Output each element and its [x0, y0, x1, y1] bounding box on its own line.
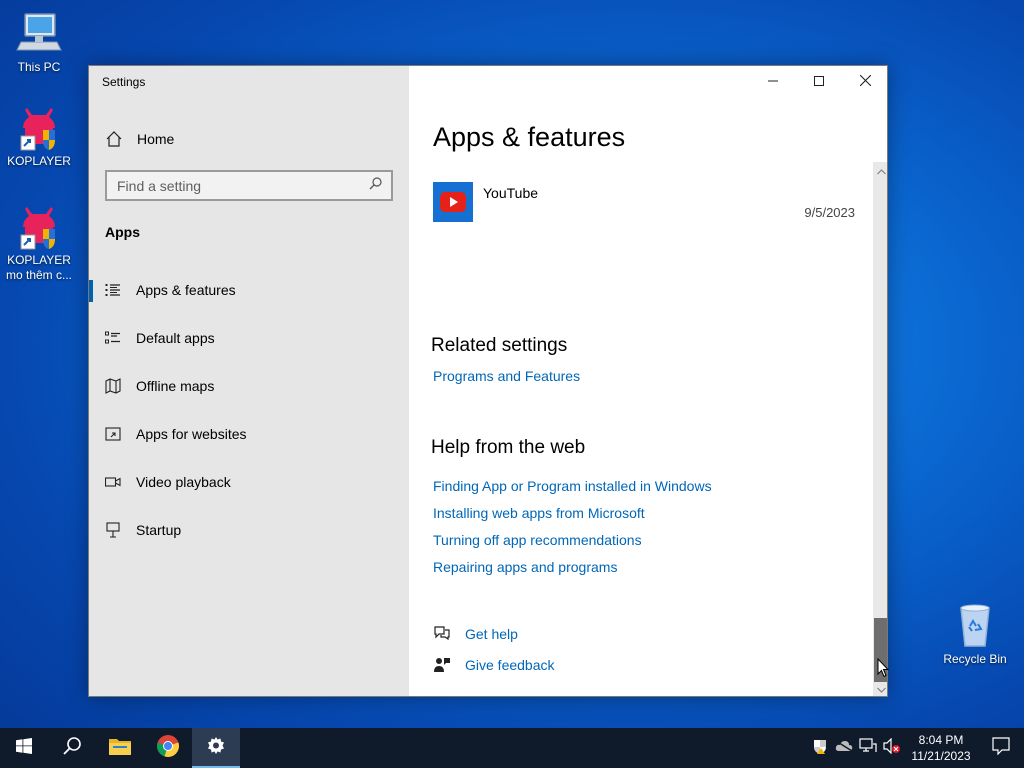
- help-link-installing-web-apps[interactable]: Installing web apps from Microsoft: [433, 505, 645, 521]
- desktop-icon-koplayer[interactable]: KOPLAYER: [1, 104, 77, 169]
- desktop-icon-label: KOPLAYER: [7, 154, 71, 168]
- default-apps-icon: [105, 330, 121, 346]
- file-explorer-button[interactable]: [96, 728, 144, 768]
- chrome-button[interactable]: [144, 728, 192, 768]
- windows-logo-icon: [16, 737, 32, 759]
- section-title: Apps: [105, 224, 140, 240]
- taskbar-clock[interactable]: 8:04 PM 11/21/2023: [904, 732, 978, 764]
- volume-tray-button[interactable]: [880, 728, 904, 768]
- related-settings-heading: Related settings: [431, 335, 568, 356]
- system-tray: 8:04 PM 11/21/2023: [808, 728, 1024, 768]
- help-web-heading: Help from the web: [431, 437, 586, 458]
- search-box[interactable]: [105, 170, 393, 201]
- content-scrollbar[interactable]: [873, 162, 887, 696]
- app-name: YouTube: [483, 185, 539, 201]
- get-help-link[interactable]: Get help: [433, 625, 518, 643]
- scroll-down-arrow[interactable]: [873, 680, 887, 696]
- computer-icon: [15, 10, 63, 58]
- desktop-icon-recycle-bin[interactable]: Recycle Bin: [937, 602, 1013, 667]
- desktop-icon-this-pc[interactable]: This PC: [1, 10, 77, 75]
- start-button[interactable]: [0, 728, 48, 768]
- koplayer-icon: [15, 203, 63, 251]
- sidebar-item-offline-maps[interactable]: Offline maps: [89, 366, 409, 406]
- offline-maps-icon: [105, 378, 121, 394]
- help-link-turning-off-recommendations[interactable]: Turning off app recommendations: [433, 532, 642, 548]
- onedrive-tray-button[interactable]: [832, 728, 856, 768]
- app-list-item[interactable]: YouTube 9/5/2023: [433, 182, 859, 226]
- sidebar-item-label: Offline maps: [136, 378, 215, 394]
- page-title: Apps & features: [433, 122, 626, 152]
- chrome-icon: [156, 734, 180, 763]
- help-link-repairing-apps[interactable]: Repairing apps and programs: [433, 559, 617, 575]
- mouse-cursor-icon: [877, 657, 890, 678]
- sidebar-item-video-playback[interactable]: Video playback: [89, 462, 409, 502]
- desktop-icon-label: This PC: [17, 60, 61, 74]
- search-icon: [369, 176, 383, 195]
- sidebar-item-default-apps[interactable]: Default apps: [89, 318, 409, 358]
- action-center-button[interactable]: [978, 728, 1024, 768]
- main-content: Apps & features YouTube 9/5/2023 Related…: [409, 66, 887, 696]
- home-label: Home: [137, 131, 175, 147]
- chevron-down-icon: [876, 680, 886, 696]
- desktop-icon-koplayer-more[interactable]: KOPLAYER mo thêm c...: [1, 203, 77, 283]
- home-icon: [105, 130, 123, 148]
- apps-websites-icon: [105, 426, 121, 442]
- clock-time: 8:04 PM: [918, 733, 964, 747]
- network-tray-button[interactable]: [856, 728, 880, 768]
- give-feedback-label: Give feedback: [465, 657, 555, 673]
- shield-warning-icon: [812, 738, 828, 759]
- sidebar-item-label: Apps & features: [136, 282, 236, 298]
- search-taskbar-button[interactable]: [48, 728, 96, 768]
- taskbar: 8:04 PM 11/21/2023: [0, 728, 1024, 768]
- sidebar-item-label: Video playback: [136, 474, 231, 490]
- home-link[interactable]: Home: [105, 130, 174, 148]
- settings-taskbar-button[interactable]: [192, 728, 240, 768]
- speaker-muted-icon: [883, 737, 901, 759]
- get-help-icon: [433, 625, 451, 643]
- security-tray-button[interactable]: [808, 728, 832, 768]
- sidebar-item-label: Apps for websites: [136, 426, 247, 442]
- programs-features-link[interactable]: Programs and Features: [433, 368, 580, 384]
- cloud-offline-icon: [835, 739, 853, 757]
- folder-icon: [109, 737, 131, 760]
- sidebar-item-apps-websites[interactable]: Apps for websites: [89, 414, 409, 454]
- notification-icon: [992, 736, 1010, 760]
- get-help-label: Get help: [465, 626, 518, 642]
- koplayer-icon: [15, 104, 63, 152]
- give-feedback-link[interactable]: Give feedback: [433, 656, 555, 674]
- sidebar-item-label: Startup: [136, 522, 182, 538]
- feedback-icon: [433, 656, 451, 674]
- recycle-bin-icon: [951, 602, 999, 650]
- startup-icon: [105, 522, 121, 538]
- help-link-finding-app[interactable]: Finding App or Program installed in Wind…: [433, 478, 712, 494]
- desktop-icon-label: KOPLAYER mo thêm c...: [5, 253, 73, 282]
- clock-date: 11/21/2023: [911, 749, 971, 763]
- window-title: Settings: [102, 75, 146, 89]
- app-date: 9/5/2023: [804, 205, 855, 220]
- chevron-up-icon: [876, 162, 886, 180]
- sidebar-item-label: Default apps: [136, 330, 215, 346]
- gear-icon: [206, 736, 226, 761]
- network-icon: [859, 737, 877, 759]
- sidebar: Settings Home Apps Apps & features Defa: [89, 66, 409, 696]
- sidebar-item-startup[interactable]: Startup: [89, 510, 409, 550]
- search-input[interactable]: [117, 177, 369, 194]
- apps-features-icon: [105, 282, 121, 298]
- sidebar-item-apps-features[interactable]: Apps & features: [89, 270, 409, 310]
- video-playback-icon: [105, 474, 121, 490]
- youtube-icon: [433, 182, 473, 222]
- search-icon: [62, 736, 82, 761]
- scroll-up-arrow[interactable]: [873, 162, 887, 180]
- desktop-icon-label: Recycle Bin: [943, 652, 1007, 666]
- settings-window: Settings Home Apps Apps & features Defa: [88, 65, 888, 697]
